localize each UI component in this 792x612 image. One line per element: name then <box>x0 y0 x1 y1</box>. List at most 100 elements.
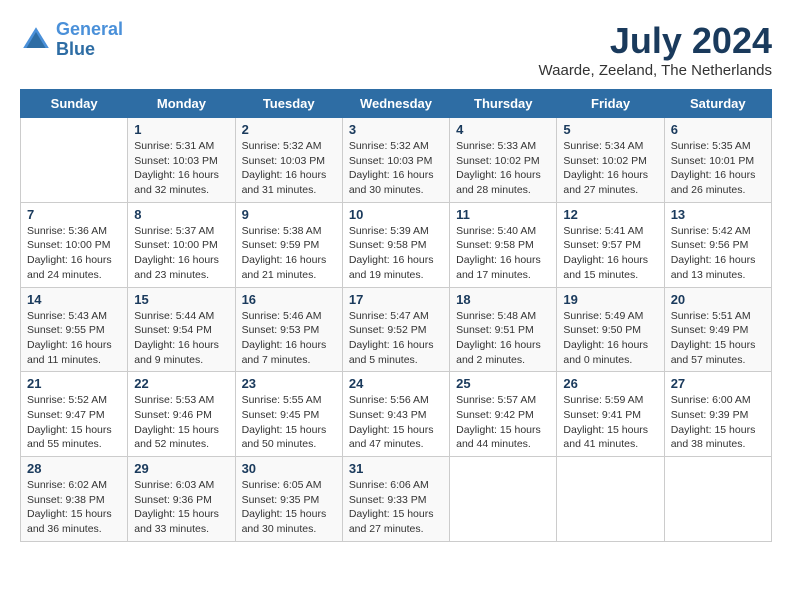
calendar-cell: 7Sunrise: 5:36 AM Sunset: 10:00 PM Dayli… <box>21 202 128 287</box>
day-info: Sunrise: 5:46 AM Sunset: 9:53 PM Dayligh… <box>242 309 336 368</box>
calendar-cell <box>450 457 557 542</box>
day-info: Sunrise: 6:06 AM Sunset: 9:33 PM Dayligh… <box>349 478 443 537</box>
calendar-cell: 18 Sunrise: 5:48 AM Sunset: 9:51 PM Dayli… <box>450 287 557 372</box>
calendar-cell: 25 Sunrise: 5:57 AM Sunset: 9:42 PM Dayli… <box>450 372 557 457</box>
day-number: 16 <box>242 292 336 307</box>
day-number: 18 <box>456 292 550 307</box>
calendar-week-row: 28 Sunrise: 6:02 AM Sunset: 9:38 PM Dayli… <box>21 457 772 542</box>
title-block: July 2024 Waarde, Zeeland, The Netherlan… <box>539 20 772 79</box>
calendar-cell: 24 Sunrise: 5:56 AM Sunset: 9:43 PM Dayli… <box>342 372 449 457</box>
day-number: 17 <box>349 292 443 307</box>
calendar-cell: 3 Sunrise: 5:32 AM Sunset: 10:03 PM Dayli… <box>342 118 449 203</box>
calendar-cell: 12 Sunrise: 5:41 AM Sunset: 9:57 PM Dayli… <box>557 202 664 287</box>
calendar-cell: 19 Sunrise: 5:49 AM Sunset: 9:50 PM Dayli… <box>557 287 664 372</box>
day-number: 14 <box>27 292 121 307</box>
day-number: 20 <box>671 292 765 307</box>
day-number: 19 <box>563 292 657 307</box>
day-info: Sunrise: 5:37 AM Sunset: 10:00 PM Daylig… <box>134 224 228 283</box>
calendar-cell: 5 Sunrise: 5:34 AM Sunset: 10:02 PM Dayli… <box>557 118 664 203</box>
day-number: 11 <box>456 207 550 222</box>
day-info: Sunrise: 5:39 AM Sunset: 9:58 PM Dayligh… <box>349 224 443 283</box>
weekday-header: Sunday <box>21 90 128 118</box>
calendar-cell: 29Sunrise: 6:03 AM Sunset: 9:36 PM Dayli… <box>128 457 235 542</box>
weekday-header: Wednesday <box>342 90 449 118</box>
day-number: 25 <box>456 376 550 391</box>
calendar-cell: 16 Sunrise: 5:46 AM Sunset: 9:53 PM Dayli… <box>235 287 342 372</box>
calendar-cell: 14 Sunrise: 5:43 AM Sunset: 9:55 PM Dayli… <box>21 287 128 372</box>
calendar-cell: 27 Sunrise: 6:00 AM Sunset: 9:39 PM Dayli… <box>664 372 771 457</box>
day-number: 2 <box>242 122 336 137</box>
day-info: Sunrise: 6:02 AM Sunset: 9:38 PM Dayligh… <box>27 478 121 537</box>
day-info: Sunrise: 5:51 AM Sunset: 9:49 PM Dayligh… <box>671 309 765 368</box>
calendar-cell: 2 Sunrise: 5:32 AM Sunset: 10:03 PM Dayli… <box>235 118 342 203</box>
day-info: Sunrise: 5:53 AM Sunset: 9:46 PM Dayligh… <box>134 393 228 452</box>
day-number: 3 <box>349 122 443 137</box>
day-info: Sunrise: 5:49 AM Sunset: 9:50 PM Dayligh… <box>563 309 657 368</box>
calendar-cell: 15 Sunrise: 5:44 AM Sunset: 9:54 PM Dayli… <box>128 287 235 372</box>
calendar-week-row: 7Sunrise: 5:36 AM Sunset: 10:00 PM Dayli… <box>21 202 772 287</box>
calendar-cell: 8 Sunrise: 5:37 AM Sunset: 10:00 PM Dayli… <box>128 202 235 287</box>
calendar-week-row: 14 Sunrise: 5:43 AM Sunset: 9:55 PM Dayli… <box>21 287 772 372</box>
day-info: Sunrise: 5:40 AM Sunset: 9:58 PM Dayligh… <box>456 224 550 283</box>
weekday-header: Tuesday <box>235 90 342 118</box>
day-number: 7 <box>27 207 121 222</box>
weekday-header: Monday <box>128 90 235 118</box>
calendar-cell: 28 Sunrise: 6:02 AM Sunset: 9:38 PM Dayli… <box>21 457 128 542</box>
calendar-cell: 4 Sunrise: 5:33 AM Sunset: 10:02 PM Dayli… <box>450 118 557 203</box>
day-number: 28 <box>27 461 121 476</box>
day-number: 30 <box>242 461 336 476</box>
day-number: 27 <box>671 376 765 391</box>
day-number: 15 <box>134 292 228 307</box>
weekday-header: Thursday <box>450 90 557 118</box>
day-info: Sunrise: 5:48 AM Sunset: 9:51 PM Dayligh… <box>456 309 550 368</box>
calendar-week-row: 1Sunrise: 5:31 AM Sunset: 10:03 PM Dayli… <box>21 118 772 203</box>
day-info: Sunrise: 5:52 AM Sunset: 9:47 PM Dayligh… <box>27 393 121 452</box>
calendar-header-row: SundayMondayTuesdayWednesdayThursdayFrid… <box>21 90 772 118</box>
calendar-cell <box>21 118 128 203</box>
day-info: Sunrise: 6:05 AM Sunset: 9:35 PM Dayligh… <box>242 478 336 537</box>
day-number: 29 <box>134 461 228 476</box>
logo: General Blue <box>20 20 123 60</box>
day-info: Sunrise: 5:34 AM Sunset: 10:02 PM Daylig… <box>563 139 657 198</box>
calendar-cell: 21Sunrise: 5:52 AM Sunset: 9:47 PM Dayli… <box>21 372 128 457</box>
day-number: 24 <box>349 376 443 391</box>
calendar-cell: 26Sunrise: 5:59 AM Sunset: 9:41 PM Dayli… <box>557 372 664 457</box>
day-number: 31 <box>349 461 443 476</box>
day-number: 4 <box>456 122 550 137</box>
day-info: Sunrise: 5:33 AM Sunset: 10:02 PM Daylig… <box>456 139 550 198</box>
location: Waarde, Zeeland, The Netherlands <box>539 62 772 79</box>
calendar-cell: 23 Sunrise: 5:55 AM Sunset: 9:45 PM Dayli… <box>235 372 342 457</box>
day-info: Sunrise: 5:31 AM Sunset: 10:03 PM Daylig… <box>134 139 228 198</box>
calendar-cell <box>557 457 664 542</box>
calendar-cell: 1Sunrise: 5:31 AM Sunset: 10:03 PM Dayli… <box>128 118 235 203</box>
month-year: July 2024 <box>539 20 772 62</box>
weekday-header: Friday <box>557 90 664 118</box>
calendar-cell: 31 Sunrise: 6:06 AM Sunset: 9:33 PM Dayli… <box>342 457 449 542</box>
day-info: Sunrise: 5:41 AM Sunset: 9:57 PM Dayligh… <box>563 224 657 283</box>
calendar-cell: 30 Sunrise: 6:05 AM Sunset: 9:35 PM Dayli… <box>235 457 342 542</box>
day-info: Sunrise: 5:35 AM Sunset: 10:01 PM Daylig… <box>671 139 765 198</box>
calendar-cell: 11 Sunrise: 5:40 AM Sunset: 9:58 PM Dayli… <box>450 202 557 287</box>
day-number: 23 <box>242 376 336 391</box>
calendar-cell: 22Sunrise: 5:53 AM Sunset: 9:46 PM Dayli… <box>128 372 235 457</box>
day-info: Sunrise: 5:57 AM Sunset: 9:42 PM Dayligh… <box>456 393 550 452</box>
day-info: Sunrise: 5:59 AM Sunset: 9:41 PM Dayligh… <box>563 393 657 452</box>
day-info: Sunrise: 5:56 AM Sunset: 9:43 PM Dayligh… <box>349 393 443 452</box>
logo-text: General Blue <box>56 20 123 60</box>
day-number: 9 <box>242 207 336 222</box>
calendar-cell: 10Sunrise: 5:39 AM Sunset: 9:58 PM Dayli… <box>342 202 449 287</box>
day-number: 12 <box>563 207 657 222</box>
day-info: Sunrise: 5:44 AM Sunset: 9:54 PM Dayligh… <box>134 309 228 368</box>
calendar-cell: 17Sunrise: 5:47 AM Sunset: 9:52 PM Dayli… <box>342 287 449 372</box>
day-info: Sunrise: 6:00 AM Sunset: 9:39 PM Dayligh… <box>671 393 765 452</box>
day-number: 8 <box>134 207 228 222</box>
day-info: Sunrise: 5:32 AM Sunset: 10:03 PM Daylig… <box>242 139 336 198</box>
logo-icon <box>20 24 52 56</box>
day-info: Sunrise: 5:43 AM Sunset: 9:55 PM Dayligh… <box>27 309 121 368</box>
day-info: Sunrise: 5:55 AM Sunset: 9:45 PM Dayligh… <box>242 393 336 452</box>
day-info: Sunrise: 5:42 AM Sunset: 9:56 PM Dayligh… <box>671 224 765 283</box>
day-info: Sunrise: 5:32 AM Sunset: 10:03 PM Daylig… <box>349 139 443 198</box>
day-number: 5 <box>563 122 657 137</box>
calendar-cell: 13Sunrise: 5:42 AM Sunset: 9:56 PM Dayli… <box>664 202 771 287</box>
calendar-cell <box>664 457 771 542</box>
